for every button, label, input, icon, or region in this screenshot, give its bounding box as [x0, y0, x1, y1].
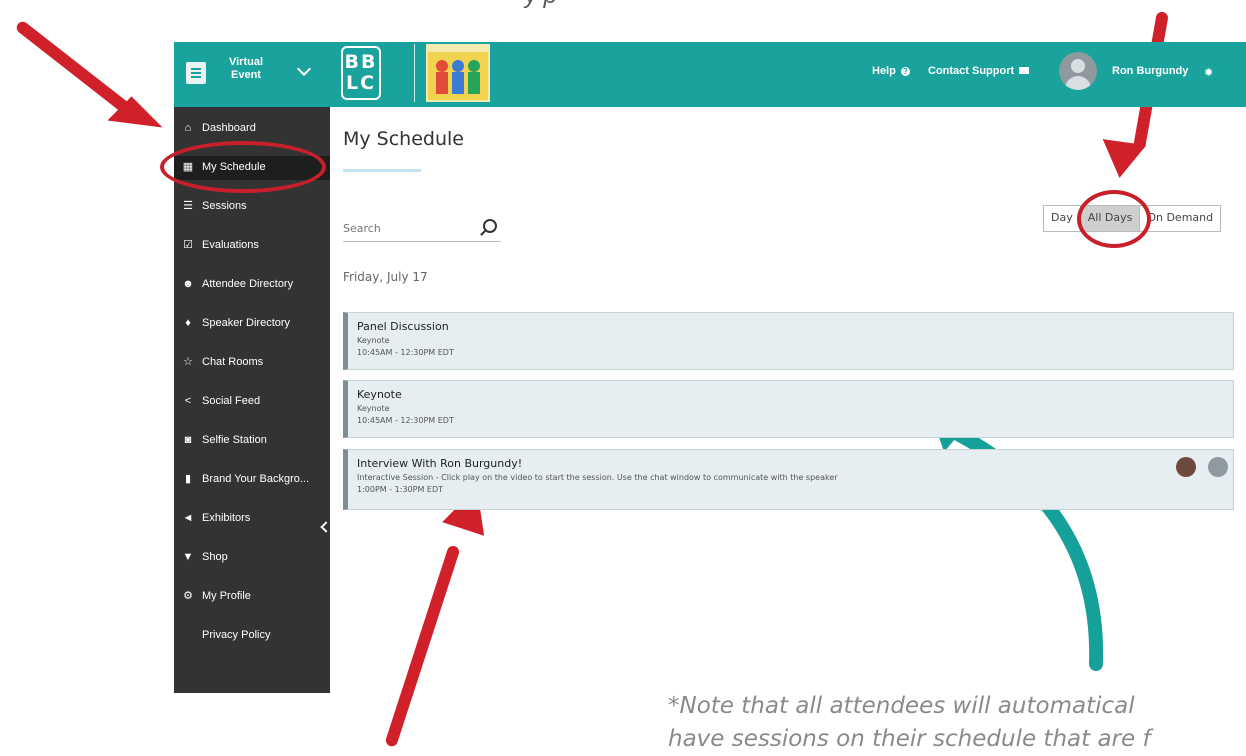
- sidebar: ⌂ Dashboard ▦ My Schedule ☰ Sessions ☑ Evalu…: [174, 107, 330, 693]
- logo-divider: [414, 44, 415, 102]
- title-underline: [343, 169, 421, 172]
- home-icon: ⌂: [184, 122, 192, 134]
- gear-icon: ⚙: [183, 590, 193, 602]
- top-bar: Virtual Event BB LC Help? Contact Support…: [174, 42, 1246, 107]
- session-title: Panel Discussion: [357, 320, 449, 333]
- megaphone-icon: ◄: [182, 512, 194, 524]
- sidebar-item-attendee-directory[interactable]: ☻ Attendee Directory: [174, 273, 330, 297]
- sidebar-item-privacy-policy[interactable]: Privacy Policy: [174, 624, 330, 648]
- view-on-demand-button[interactable]: On Demand: [1139, 206, 1220, 231]
- session-title: Interview With Ron Burgundy!: [357, 457, 523, 470]
- annotation-note: *Note that all attendees will automatica…: [668, 693, 1151, 752]
- microphone-icon: ♦: [185, 317, 191, 329]
- sidebar-item-my-profile[interactable]: ⚙ My Profile: [174, 585, 330, 609]
- question-icon: ?: [900, 67, 910, 76]
- session-time: 1:00PM - 1:30PM EDT: [357, 485, 443, 494]
- search-box[interactable]: [343, 219, 501, 242]
- speaker-avatar[interactable]: [1176, 457, 1196, 477]
- day-heading: Friday, July 17: [343, 270, 428, 284]
- mail-icon: [1019, 67, 1030, 74]
- sidebar-item-exhibitors[interactable]: ◄ Exhibitors: [174, 507, 330, 531]
- checkbox-icon: ☑: [183, 239, 193, 251]
- page-title: My Schedule: [343, 128, 464, 150]
- kids-logo: [426, 44, 490, 102]
- gear-icon[interactable]: ✹: [1204, 66, 1213, 79]
- list-icon: ☰: [183, 200, 193, 212]
- session-time: 10:45AM - 12:30PM EDT: [357, 348, 454, 357]
- session-type: Keynote: [357, 336, 390, 345]
- view-day-button[interactable]: Day: [1044, 206, 1080, 231]
- session-card[interactable]: Interview With Ron Burgundy! Interactive…: [343, 449, 1234, 510]
- sidebar-item-brand-your-background[interactable]: ▮ Brand Your Backgro...: [174, 468, 330, 492]
- user-avatar[interactable]: [1059, 52, 1097, 90]
- highlight-ring-my-schedule: [160, 141, 326, 193]
- search-icon[interactable]: [483, 219, 497, 233]
- user-name[interactable]: Ron Burgundy: [1112, 65, 1188, 77]
- cart-icon: ▼: [182, 551, 194, 563]
- camera-icon: ◙: [184, 434, 192, 446]
- session-card[interactable]: Keynote Keynote 10:45AM - 12:30PM EDT: [343, 380, 1234, 438]
- film-icon: ▮: [184, 473, 192, 485]
- sidebar-item-social-feed[interactable]: < Social Feed: [174, 390, 330, 414]
- session-type: Keynote: [357, 404, 390, 413]
- sidebar-item-selfie-station[interactable]: ◙ Selfie Station: [174, 429, 330, 453]
- session-title: Keynote: [357, 388, 402, 401]
- session-card[interactable]: Panel Discussion Keynote 10:45AM - 12:30…: [343, 312, 1234, 370]
- sidebar-item-sessions[interactable]: ☰ Sessions: [174, 195, 330, 219]
- share-icon: <: [184, 395, 192, 407]
- sidebar-item-evaluations[interactable]: ☑ Evaluations: [174, 234, 330, 258]
- bblc-logo: BB LC: [341, 46, 381, 100]
- event-selector[interactable]: Virtual Event: [226, 56, 266, 82]
- people-icon: ☻: [182, 278, 194, 290]
- session-time: 10:45AM - 12:30PM EDT: [357, 416, 454, 425]
- sidebar-item-dashboard[interactable]: ⌂ Dashboard: [174, 117, 330, 141]
- sidebar-item-shop[interactable]: ▼ Shop: [174, 546, 330, 570]
- menu-icon[interactable]: [186, 62, 206, 84]
- speaker-avatar[interactable]: [1208, 457, 1228, 477]
- search-input[interactable]: [343, 222, 463, 235]
- chevron-down-icon[interactable]: [296, 61, 312, 77]
- highlight-ring-all-days: [1077, 190, 1151, 248]
- sidebar-item-chat-rooms[interactable]: ☆ Chat Rooms: [174, 351, 330, 375]
- session-type: Interactive Session - Click play on the …: [357, 473, 838, 482]
- star-icon: ☆: [183, 356, 193, 368]
- contact-support-link[interactable]: Contact Support: [928, 65, 1030, 77]
- sidebar-item-speaker-directory[interactable]: ♦ Speaker Directory: [174, 312, 330, 336]
- help-link[interactable]: Help?: [872, 65, 910, 77]
